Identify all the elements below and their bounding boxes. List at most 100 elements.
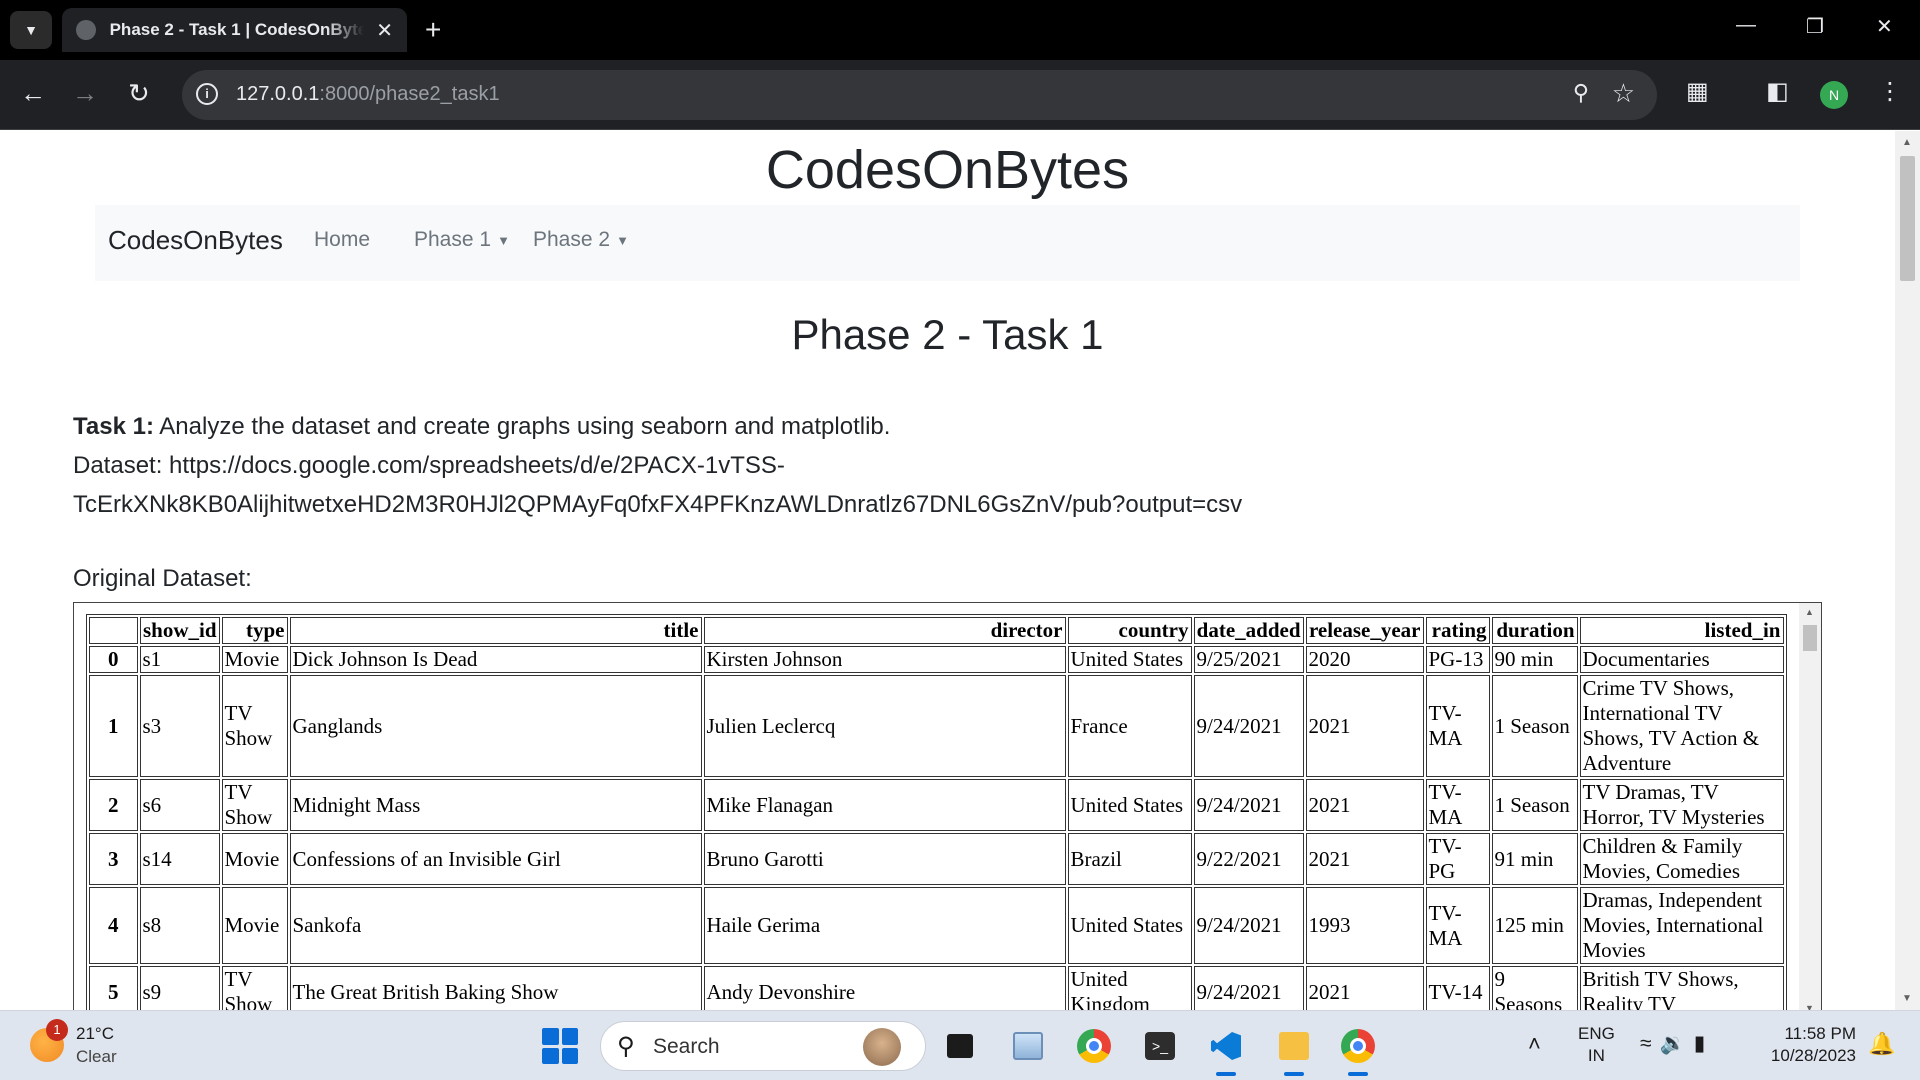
cell-type: TV Show [221,779,288,831]
menu-kebab-icon[interactable]: ⋮ [1878,77,1902,106]
col-header-country: country [1067,617,1192,644]
cell-show_id: s6 [139,779,220,831]
site-title: CodesOnBytes [765,140,1130,200]
cell-index: 5 [89,966,138,1010]
cell-release_year: 2021 [1305,779,1424,831]
cell-rating: TV-MA [1425,675,1490,777]
nav-home-link[interactable]: Home [314,228,370,252]
table-row: 1 s3 TV Show Ganglands Julien Leclercq France… [89,675,1784,777]
cell-index: 4 [89,887,138,964]
cell-title: Confessions of an Invisible Girl [289,833,702,885]
file-explorer-app-icon[interactable] [1272,1024,1316,1076]
dataset-iframe[interactable]: show_id type title director country date… [73,602,1822,1010]
cell-rating: TV-PG [1425,833,1490,885]
site-info-icon[interactable]: i [196,83,218,105]
cell-director: Bruno Garotti [703,833,1066,885]
close-window-button[interactable]: ✕ [1876,14,1893,39]
browser-tab-active[interactable]: Phase 2 - Task 1 | CodesOnBytes ✕ [62,8,407,52]
back-button[interactable]: ← [20,78,46,108]
tab-search-button[interactable]: ▼ [10,11,52,49]
url-text[interactable]: 127.0.0.1:8000/phase2_task1 [236,83,500,106]
reload-button[interactable]: ↻ [128,78,150,108]
cell-type: Movie [221,887,288,964]
iframe-scroll-thumb[interactable] [1803,625,1817,651]
page-scroll-thumb[interactable] [1900,156,1915,281]
lang-region: IN [1587,1046,1605,1065]
cell-index: 0 [89,646,138,673]
cell-release_year: 2021 [1305,833,1424,885]
table-row: 0 s1 Movie Dick Johnson Is Dead Kirsten John… [89,646,1784,673]
iframe-scrollbar[interactable]: ▲ ▼ [1799,603,1821,1010]
cell-date_added: 9/25/2021 [1193,646,1304,673]
vscode-app-icon[interactable] [1204,1024,1248,1076]
col-header-duration: duration [1491,617,1578,644]
cell-show_id: s8 [139,887,220,964]
profile-avatar[interactable]: N [1820,81,1848,109]
zoom-icon[interactable]: ⚲ [1573,80,1589,106]
show-hidden-icons-chevron-icon[interactable]: ˄ [1528,1031,1541,1057]
chrome-app-icon[interactable] [1072,1024,1116,1068]
col-header-rating: rating [1425,617,1490,644]
cell-duration: 9 Seasons [1491,966,1578,1010]
cell-country: United Kingdom [1067,966,1192,1010]
scroll-up-icon[interactable]: ▲ [1902,137,1912,148]
nav-phase1-dropdown[interactable]: Phase 1 ▼ [414,228,510,252]
scroll-down-icon[interactable]: ▼ [1805,1003,1814,1010]
photos-app-icon[interactable] [1006,1024,1050,1068]
nav-phase2-dropdown[interactable]: Phase 2 ▼ [533,228,629,252]
table-row: 5 s9 TV Show The Great British Baking Show A… [89,966,1784,1010]
cell-rating: TV-14 [1425,966,1490,1010]
browser-toolbar: ← → ↻ i 127.0.0.1:8000/phase2_task1 ⚲ ☆ … [0,60,1920,130]
side-panel-icon[interactable]: ◧ [1766,77,1789,106]
task-description: Task 1: Analyze the dataset and create g… [73,407,1833,524]
dataset-line-2: TcErkXNk8KB0AlijhitwetxeHD2M3R0HJl2QPMAy… [73,491,1243,518]
cell-show_id: s9 [139,966,220,1010]
minimize-button[interactable]: — [1736,14,1756,37]
weather-condition[interactable]: Clear [76,1047,117,1067]
clock-date: 10/28/2023 [1770,1046,1856,1065]
close-tab-icon[interactable]: ✕ [376,18,393,43]
cell-country: France [1067,675,1192,777]
cell-show_id: s14 [139,833,220,885]
scroll-up-icon[interactable]: ▲ [1805,607,1814,617]
address-bar[interactable]: i 127.0.0.1:8000/phase2_task1 ⚲ ☆ [182,70,1657,120]
battery-icon: ▮ [1693,1032,1714,1055]
dataset-line-1: Dataset: https://docs.google.com/spreads… [73,452,785,479]
terminal-app-icon[interactable]: >_ [1138,1024,1182,1068]
dataset-table: show_id type title director country date… [86,614,1787,1010]
table-row: 4 s8 Movie Sankofa Haile Gerima United States… [89,887,1784,964]
weather-temperature[interactable]: 21°C [76,1024,114,1044]
col-header-index [89,617,138,644]
restore-button[interactable]: ❐ [1806,14,1824,39]
cell-listed_in: TV Dramas, TV Horror, TV Mysteries [1579,779,1784,831]
language-indicator[interactable]: ENG IN [1578,1023,1615,1067]
cell-country: United States [1067,646,1192,673]
cell-date_added: 9/24/2021 [1193,966,1304,1010]
url-path: :8000/phase2_task1 [319,83,500,105]
chrome-profile-app-icon[interactable] [1336,1024,1380,1076]
forward-button[interactable]: → [72,78,98,108]
notification-bell-icon[interactable]: 🔔 [1868,1031,1895,1057]
cell-country: Brazil [1067,833,1192,885]
clock[interactable]: 11:58 PM 10/28/2023 [1760,1023,1856,1067]
page-title: Phase 2 - Task 1 [791,311,1104,358]
new-tab-button[interactable]: + [425,13,441,47]
task-view-icon[interactable] [938,1024,982,1068]
cell-listed_in: British TV Shows, Reality TV [1579,966,1784,1010]
cell-title: The Great British Baking Show [289,966,702,1010]
cell-duration: 1 Season [1491,675,1578,777]
extensions-icon[interactable]: ▦ [1686,77,1709,106]
cell-release_year: 1993 [1305,887,1424,964]
cell-director: Kirsten Johnson [703,646,1066,673]
start-button[interactable] [542,1028,578,1064]
table-row: 3 s14 Movie Confessions of an Invisible Gir… [89,833,1784,885]
taskbar-search[interactable]: ⚲ Search [600,1021,926,1071]
bookmark-star-icon[interactable]: ☆ [1612,78,1635,109]
page-scrollbar[interactable]: ▲ ▼ [1895,131,1920,1010]
volume-icon: 🔉 [1659,1032,1694,1055]
scroll-down-icon[interactable]: ▼ [1902,993,1912,1004]
globe-icon [76,20,96,40]
navbar-brand[interactable]: CodesOnBytes [108,225,283,256]
cell-listed_in: Crime TV Shows, International TV Shows, … [1579,675,1784,777]
system-tray-icons[interactable]: ≈🔉▮ [1640,1031,1713,1056]
